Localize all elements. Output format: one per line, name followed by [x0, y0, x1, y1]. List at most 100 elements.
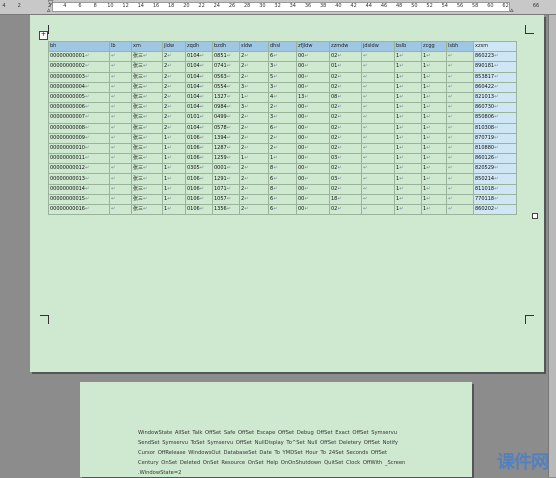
- table-cell[interactable]: 811018↵: [473, 183, 517, 195]
- table-cell[interactable]: ↵: [109, 132, 132, 144]
- table-cell[interactable]: 02↵: [329, 183, 362, 195]
- table-cell[interactable]: 810308↵: [473, 122, 517, 134]
- table-cell[interactable]: 3↵: [268, 112, 297, 124]
- table-cell[interactable]: 1071↵: [212, 183, 240, 195]
- table-cell[interactable]: 860730↵: [473, 102, 517, 114]
- table-cell[interactable]: 1↵: [394, 173, 422, 185]
- table-cell[interactable]: 860223↵: [473, 51, 517, 63]
- table-cell[interactable]: 770118↵: [473, 193, 517, 206]
- column-header[interactable]: bslb: [394, 40, 422, 53]
- column-header[interactable]: lsbh: [446, 40, 474, 53]
- column-header[interactable]: bh: [48, 40, 110, 53]
- table-cell[interactable]: 1↵: [394, 183, 422, 195]
- table-cell[interactable]: 1↵: [394, 163, 422, 175]
- table-cell[interactable]: 0554↵: [212, 81, 240, 93]
- table-cell[interactable]: 1356↵: [212, 203, 240, 216]
- table-cell[interactable]: 810880↵: [473, 142, 517, 155]
- table-cell[interactable]: 2↵: [268, 102, 297, 114]
- table-cell[interactable]: 0101↵: [185, 112, 213, 124]
- table-cell[interactable]: 0104↵: [185, 102, 213, 114]
- table-cell[interactable]: 1259↵: [212, 153, 240, 165]
- table-cell[interactable]: 00↵: [296, 153, 330, 165]
- table-cell[interactable]: 2↵: [239, 142, 269, 155]
- table-cell[interactable]: 03↵: [329, 153, 362, 165]
- table-cell[interactable]: 1↵: [162, 163, 186, 175]
- table-cell[interactable]: ↵: [361, 91, 395, 104]
- column-header[interactable]: zcgg: [421, 40, 447, 53]
- table-cell[interactable]: ↵: [361, 203, 395, 216]
- column-header[interactable]: xzsm: [473, 40, 517, 53]
- table-cell[interactable]: 1↵: [421, 173, 447, 185]
- table-cell[interactable]: 1↵: [394, 153, 422, 165]
- column-header[interactable]: xm: [131, 40, 163, 53]
- table-cell[interactable]: ↵: [446, 91, 474, 104]
- table-cell[interactable]: 3↵: [268, 61, 297, 73]
- table-cell[interactable]: 00000000016↵: [48, 203, 110, 216]
- table-cell[interactable]: 02↵: [329, 132, 362, 144]
- vertical-scrollbar[interactable]: [548, 15, 556, 477]
- table-cell[interactable]: 8↵: [268, 183, 297, 195]
- table-cell[interactable]: ↵: [361, 81, 395, 93]
- table-cell[interactable]: 1↵: [394, 71, 422, 83]
- table-cell[interactable]: 0106↵: [185, 173, 213, 185]
- table-cell[interactable]: ↵: [109, 102, 132, 114]
- table-cell[interactable]: 1↵: [421, 132, 447, 144]
- table-cell[interactable]: ↵: [361, 112, 395, 124]
- table-cell[interactable]: 890181↵: [473, 61, 517, 73]
- table-cell[interactable]: ↵: [361, 193, 395, 206]
- table-cell[interactable]: 6↵: [268, 173, 297, 185]
- table-cell[interactable]: 张三↵: [131, 173, 163, 185]
- table-cell[interactable]: 3↵: [239, 81, 269, 93]
- table-cell[interactable]: 1↵: [421, 51, 447, 63]
- table-cell[interactable]: 2↵: [239, 203, 269, 216]
- column-header[interactable]: jldw: [162, 40, 186, 53]
- table-cell[interactable]: 张三↵: [131, 81, 163, 93]
- table-cell[interactable]: 1↵: [162, 203, 186, 216]
- table-cell[interactable]: 1↵: [394, 61, 422, 73]
- table-cell[interactable]: ↵: [446, 142, 474, 155]
- right-indent-marker[interactable]: ▵: [510, 7, 514, 14]
- table-cell[interactable]: 张三↵: [131, 203, 163, 216]
- table-cell[interactable]: 1↵: [394, 203, 422, 216]
- table-cell[interactable]: 00↵: [296, 203, 330, 216]
- table-cell[interactable]: 00000000012↵: [48, 163, 110, 175]
- table-cell[interactable]: 860126↵: [473, 153, 517, 165]
- table-cell[interactable]: 1↵: [162, 193, 186, 206]
- table-cell[interactable]: 18↵: [329, 193, 362, 206]
- table-cell[interactable]: 00↵: [296, 61, 330, 73]
- table-cell[interactable]: 2↵: [239, 163, 269, 175]
- table-cell[interactable]: 张三↵: [131, 71, 163, 83]
- table-cell[interactable]: 1↵: [162, 142, 186, 155]
- table-cell[interactable]: 2↵: [239, 173, 269, 185]
- table-cell[interactable]: 1↵: [162, 153, 186, 165]
- table-cell[interactable]: 13↵: [296, 91, 330, 104]
- table-cell[interactable]: 2↵: [162, 122, 186, 134]
- table-cell[interactable]: 1↵: [394, 81, 422, 93]
- table-cell[interactable]: 张三↵: [131, 61, 163, 73]
- table-cell[interactable]: 870719↵: [473, 132, 517, 144]
- table-cell[interactable]: 00↵: [296, 183, 330, 195]
- table-cell[interactable]: 00↵: [296, 81, 330, 93]
- column-header[interactable]: zfjldw: [296, 40, 330, 53]
- table-cell[interactable]: 3↵: [239, 102, 269, 114]
- table-cell[interactable]: ↵: [446, 163, 474, 175]
- table-cell[interactable]: ↵: [446, 153, 474, 165]
- table-cell[interactable]: 00000000004↵: [48, 81, 110, 93]
- table-cell[interactable]: 8↵: [268, 163, 297, 175]
- table-cell[interactable]: 2↵: [162, 91, 186, 104]
- table-cell[interactable]: 00000000009↵: [48, 132, 110, 144]
- table-cell[interactable]: ↵: [446, 51, 474, 63]
- table-cell[interactable]: 张三↵: [131, 142, 163, 155]
- table-cell[interactable]: 1↵: [394, 193, 422, 206]
- table-cell[interactable]: ↵: [446, 102, 474, 114]
- table-cell[interactable]: 2↵: [162, 102, 186, 114]
- table-cell[interactable]: ↵: [361, 153, 395, 165]
- table-cell[interactable]: ↵: [446, 71, 474, 83]
- table-cell[interactable]: 1↵: [421, 163, 447, 175]
- table-cell[interactable]: 1↵: [421, 102, 447, 114]
- table-cell[interactable]: 张三↵: [131, 193, 163, 206]
- table-cell[interactable]: 0106↵: [185, 132, 213, 144]
- table-cell[interactable]: 00000000014↵: [48, 183, 110, 195]
- table-cell[interactable]: 821013↵: [473, 91, 517, 104]
- table-cell[interactable]: 1↵: [421, 142, 447, 155]
